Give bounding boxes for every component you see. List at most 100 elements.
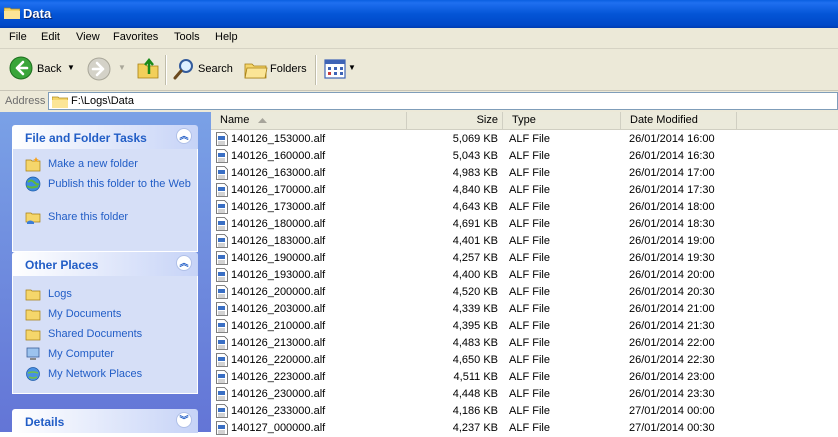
file-icon: [216, 302, 228, 316]
table-row[interactable]: 140126_200000.alf 4,520 KB ALF File 26/01/2…: [211, 284, 838, 301]
address-label: Address: [5, 95, 46, 107]
back-label: Back: [37, 63, 62, 75]
file-name: 140126_220000.alf: [231, 354, 326, 366]
file-name: 140126_230000.alf: [231, 388, 326, 400]
table-row[interactable]: 140126_163000.alf 4,983 KB ALF File 26/01/2…: [211, 165, 838, 182]
file-icon: [216, 319, 228, 333]
sort-ascending-icon: [258, 118, 267, 123]
folder-icon: [25, 329, 41, 341]
file-name: 140127_000000.alf: [231, 422, 326, 434]
table-row[interactable]: 140126_183000.alf 4,401 KB ALF File 26/01/2…: [211, 233, 838, 250]
collapse-chevron-icon[interactable]: ︽: [176, 255, 192, 271]
table-row[interactable]: 140126_220000.alf 4,650 KB ALF File 26/01/2…: [211, 352, 838, 369]
task-pane: File and Folder Tasks ︽ Make a new folde…: [0, 112, 211, 433]
up-folder-button[interactable]: [134, 49, 162, 89]
file-type: ALF File: [509, 150, 550, 162]
file-icon: [216, 200, 228, 214]
file-size: 4,401 KB: [452, 235, 498, 247]
file-type: ALF File: [509, 405, 550, 417]
file-size: 4,983 KB: [452, 167, 498, 179]
menu-file[interactable]: File: [9, 31, 27, 43]
network-icon: [26, 367, 40, 381]
computer-icon: [26, 347, 40, 360]
panel-header[interactable]: File and Folder Tasks ︽: [12, 125, 198, 149]
task-label: Make a new folder: [48, 158, 138, 170]
file-date: 26/01/2014 23:30: [629, 388, 715, 400]
place-label: Logs: [48, 288, 72, 300]
views-button[interactable]: ▼: [321, 49, 359, 89]
panel-title: Other Places: [25, 258, 99, 272]
table-row[interactable]: 140126_180000.alf 4,691 KB ALF File 26/01/2…: [211, 216, 838, 233]
file-type: ALF File: [509, 388, 550, 400]
details-panel: Details ︾: [12, 409, 198, 433]
table-row[interactable]: 140127_000000.alf 4,237 KB ALF File 27/01/2…: [211, 420, 838, 437]
search-button[interactable]: Search: [170, 49, 236, 89]
panel-header[interactable]: Other Places ︽: [12, 252, 198, 276]
toolbar-separator: [315, 55, 317, 85]
column-header-type[interactable]: Type: [503, 112, 621, 129]
menu-favorites[interactable]: Favorites: [113, 31, 158, 43]
file-date: 26/01/2014 20:00: [629, 269, 715, 281]
file-name: 140126_173000.alf: [231, 201, 326, 213]
table-row[interactable]: 140126_210000.alf 4,395 KB ALF File 26/01/2…: [211, 318, 838, 335]
table-row[interactable]: 140126_203000.alf 4,339 KB ALF File 26/01/2…: [211, 301, 838, 318]
file-type: ALF File: [509, 354, 550, 366]
file-name: 140126_180000.alf: [231, 218, 326, 230]
table-row[interactable]: 140126_223000.alf 4,511 KB ALF File 26/01/2…: [211, 369, 838, 386]
file-folder-tasks-panel: File and Folder Tasks ︽ Make a new folde…: [12, 125, 198, 252]
file-date: 26/01/2014 16:00: [629, 133, 715, 145]
task-label: Publish this folder to the Web: [48, 178, 191, 190]
file-name: 140126_213000.alf: [231, 337, 326, 349]
panel-header[interactable]: Details ︾: [12, 409, 198, 433]
collapse-chevron-icon[interactable]: ︽: [176, 128, 192, 144]
table-row[interactable]: 140126_153000.alf 5,069 KB ALF File 26/01/2…: [211, 131, 838, 148]
folder-icon: [52, 96, 68, 108]
toolbar-separator: [165, 55, 167, 85]
folder-icon: [25, 309, 41, 321]
address-path: F:\Logs\Data: [71, 95, 134, 107]
file-date: 26/01/2014 22:30: [629, 354, 715, 366]
file-date: 26/01/2014 18:00: [629, 201, 715, 213]
column-header-name[interactable]: Name: [211, 112, 407, 129]
menu-tools[interactable]: Tools: [174, 31, 200, 43]
file-size: 4,650 KB: [452, 354, 498, 366]
file-icon: [216, 370, 228, 384]
file-name: 140126_190000.alf: [231, 252, 326, 264]
forward-button[interactable]: ▼: [84, 49, 126, 89]
file-type: ALF File: [509, 201, 550, 213]
up-folder-icon: [137, 57, 159, 79]
table-row[interactable]: 140126_213000.alf 4,483 KB ALF File 26/01/2…: [211, 335, 838, 352]
file-name: 140126_163000.alf: [231, 167, 326, 179]
file-date: 26/01/2014 18:30: [629, 218, 715, 230]
title-bar[interactable]: Data: [0, 0, 838, 28]
back-dropdown-icon[interactable]: ▼: [67, 63, 75, 72]
table-row[interactable]: 140126_173000.alf 4,643 KB ALF File 26/01/2…: [211, 199, 838, 216]
file-date: 26/01/2014 20:30: [629, 286, 715, 298]
table-row[interactable]: 140126_190000.alf 4,257 KB ALF File 26/01/2…: [211, 250, 838, 267]
file-icon: [216, 217, 228, 231]
table-row[interactable]: 140126_233000.alf 4,186 KB ALF File 27/01/2…: [211, 403, 838, 420]
file-size: 4,186 KB: [452, 405, 498, 417]
file-date: 26/01/2014 19:00: [629, 235, 715, 247]
menu-edit[interactable]: Edit: [41, 31, 60, 43]
expand-chevron-icon[interactable]: ︾: [176, 412, 192, 428]
table-row[interactable]: 140126_160000.alf 5,043 KB ALF File 26/01/2…: [211, 148, 838, 165]
file-icon: [216, 421, 228, 435]
file-type: ALF File: [509, 218, 550, 230]
table-row[interactable]: 140126_170000.alf 4,840 KB ALF File 26/01/2…: [211, 182, 838, 199]
column-header-date[interactable]: Date Modified: [621, 112, 737, 129]
folders-button[interactable]: Folders: [242, 49, 310, 89]
folders-label: Folders: [270, 63, 307, 75]
table-row[interactable]: 140126_193000.alf 4,400 KB ALF File 26/01/2…: [211, 267, 838, 284]
menu-help[interactable]: Help: [215, 31, 238, 43]
table-row[interactable]: 140126_230000.alf 4,448 KB ALF File 26/01/2…: [211, 386, 838, 403]
views-icon: [324, 59, 346, 79]
file-date: 26/01/2014 21:30: [629, 320, 715, 332]
menu-view[interactable]: View: [76, 31, 100, 43]
column-header-size[interactable]: Size: [407, 112, 503, 129]
file-icon: [216, 234, 228, 248]
file-size: 4,395 KB: [452, 320, 498, 332]
file-type: ALF File: [509, 269, 550, 281]
address-input[interactable]: F:\Logs\Data: [48, 92, 838, 110]
file-size: 4,691 KB: [452, 218, 498, 230]
